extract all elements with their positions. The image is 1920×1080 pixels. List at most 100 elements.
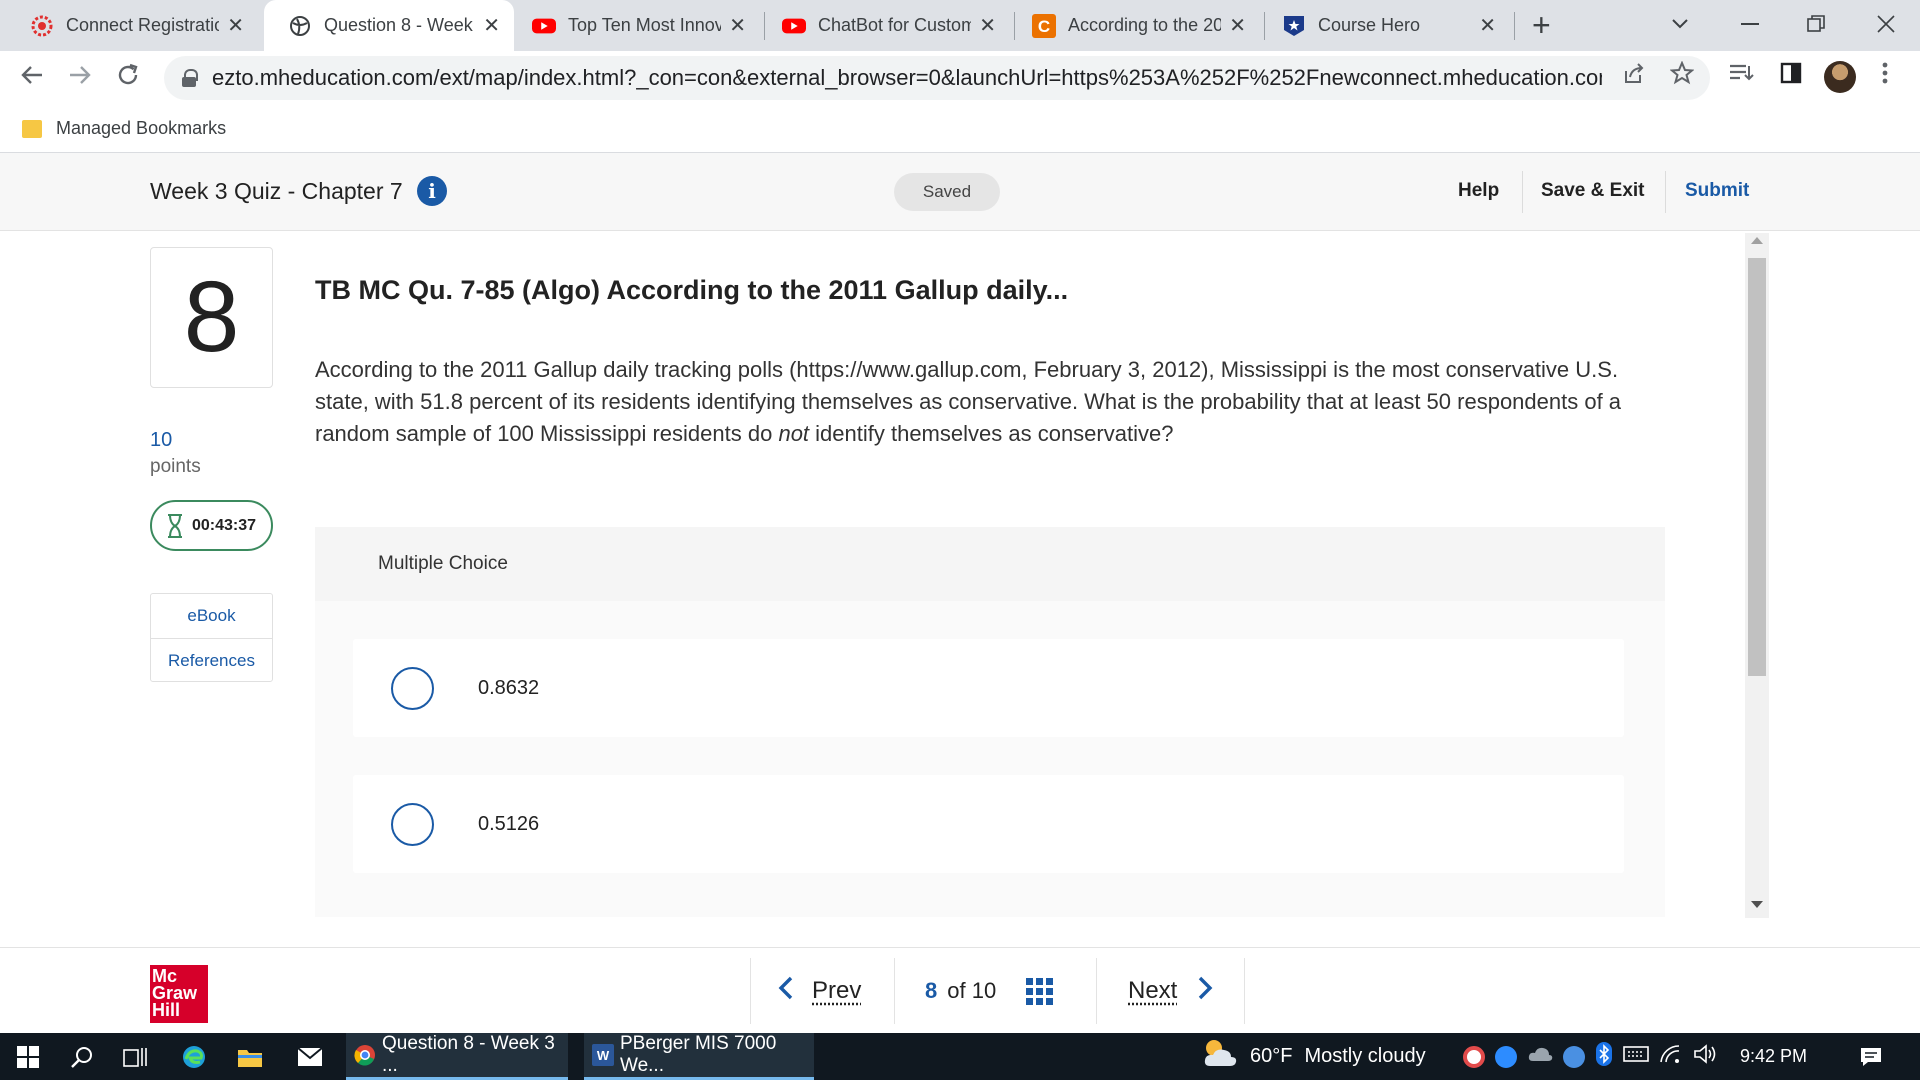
answer-options: 0.8632 0.5126 bbox=[315, 601, 1665, 917]
references-link[interactable]: References bbox=[151, 638, 272, 682]
mail-icon[interactable] bbox=[288, 1033, 332, 1080]
clock-time[interactable]: 9:42 PM bbox=[1740, 1046, 1807, 1067]
footer-divider bbox=[894, 958, 895, 1024]
restore-icon[interactable] bbox=[1786, 0, 1846, 48]
bookmark-star-icon[interactable] bbox=[1669, 60, 1695, 92]
word-icon: W bbox=[592, 1044, 614, 1066]
timer-badge: 00:43:37 bbox=[150, 500, 273, 551]
answer-option-2[interactable]: 0.5126 bbox=[353, 775, 1624, 873]
info-icon[interactable]: i bbox=[417, 176, 447, 206]
profile-avatar[interactable] bbox=[1824, 61, 1856, 93]
question-pager[interactable]: 8 of 10 bbox=[925, 948, 1054, 1034]
prev-button[interactable]: Prev bbox=[778, 948, 861, 1034]
current-question: 8 bbox=[925, 978, 938, 1003]
share-icon[interactable] bbox=[1622, 61, 1646, 92]
windows-start-icon[interactable] bbox=[8, 1033, 48, 1080]
chevron-left-icon bbox=[778, 974, 794, 1008]
footer-divider bbox=[1096, 958, 1097, 1024]
tray-app-icon[interactable] bbox=[1463, 1045, 1485, 1068]
minimize-icon[interactable] bbox=[1720, 0, 1780, 48]
system-tray: 9:42 PM bbox=[1458, 1033, 1807, 1080]
globe-icon bbox=[288, 14, 312, 38]
close-icon[interactable]: ✕ bbox=[227, 13, 244, 38]
close-window-icon[interactable] bbox=[1856, 0, 1916, 48]
bluetooth-icon[interactable] bbox=[1595, 1041, 1613, 1072]
browser-tab-connect[interactable]: Connect Registratio ✕ bbox=[6, 0, 258, 51]
connect-gear-icon bbox=[30, 14, 54, 38]
browser-tab-chatbot[interactable]: ChatBot for Custom ✕ bbox=[758, 0, 1010, 51]
tab-title: Top Ten Most Innov bbox=[568, 15, 722, 35]
timer-text: 00:43:37 bbox=[192, 516, 257, 534]
radio-button[interactable] bbox=[391, 666, 434, 710]
next-label[interactable]: Next bbox=[1128, 977, 1177, 1005]
svg-text:W: W bbox=[597, 1048, 610, 1063]
browser-tab-course-hero[interactable]: Course Hero ✕ bbox=[1258, 0, 1510, 51]
svg-text:C: C bbox=[1038, 17, 1050, 36]
side-panel-icon[interactable] bbox=[1780, 62, 1802, 91]
question-number: 8 bbox=[150, 247, 273, 388]
back-arrow-icon[interactable] bbox=[20, 63, 44, 93]
close-icon[interactable]: ✕ bbox=[1229, 13, 1246, 38]
weather-desc: Mostly cloudy bbox=[1304, 1045, 1426, 1067]
header-divider bbox=[1665, 171, 1666, 213]
browser-tab-strip: Connect Registratio ✕ Question 8 - Week … bbox=[0, 0, 1920, 51]
reading-list-icon[interactable] bbox=[1728, 62, 1754, 91]
tab-title: According to the 20 bbox=[1068, 15, 1222, 35]
notification-center-icon[interactable] bbox=[1848, 1033, 1894, 1080]
onedrive-cloud-icon[interactable] bbox=[1527, 1045, 1553, 1069]
close-icon[interactable]: ✕ bbox=[729, 13, 746, 38]
browser-tab-top-ten[interactable]: Top Ten Most Innov ✕ bbox=[508, 0, 760, 51]
scroll-up-arrow-icon[interactable] bbox=[1751, 237, 1763, 244]
close-icon[interactable]: ✕ bbox=[979, 13, 996, 38]
help-link[interactable]: Help bbox=[1458, 180, 1499, 202]
search-icon[interactable] bbox=[62, 1033, 102, 1080]
reload-icon[interactable] bbox=[116, 63, 140, 93]
new-tab-plus-icon[interactable]: + bbox=[1532, 8, 1551, 42]
next-button[interactable]: Next bbox=[1128, 948, 1213, 1034]
bookmark-folder-managed[interactable]: Managed Bookmarks bbox=[56, 118, 226, 139]
address-bar[interactable]: ezto.mheducation.com/ext/map/index.html?… bbox=[164, 56, 1710, 100]
mcgraw-hill-logo: Mc Graw Hill bbox=[150, 965, 208, 1023]
zoom-icon[interactable] bbox=[1495, 1045, 1517, 1068]
weather-widget[interactable]: 60°F Mostly cloudy bbox=[1200, 1033, 1426, 1080]
keyboard-icon[interactable] bbox=[1623, 1045, 1649, 1069]
browser-tab-question[interactable]: Question 8 - Week ✕ bbox=[264, 0, 514, 51]
question-grid-icon[interactable] bbox=[1026, 977, 1054, 1005]
browser-toolbar: ezto.mheducation.com/ext/map/index.html?… bbox=[0, 51, 1920, 105]
forward-arrow-icon[interactable] bbox=[68, 63, 92, 93]
course-hero-icon bbox=[1282, 14, 1306, 38]
footer-divider bbox=[1244, 958, 1245, 1024]
scrollbar-thumb[interactable] bbox=[1748, 258, 1766, 676]
lock-icon[interactable] bbox=[182, 69, 198, 87]
close-icon[interactable]: ✕ bbox=[483, 13, 500, 38]
tab-search-chevron-down-icon[interactable] bbox=[1650, 0, 1710, 48]
save-exit-link[interactable]: Save & Exit bbox=[1541, 180, 1645, 202]
scroll-down-arrow-icon[interactable] bbox=[1751, 901, 1763, 908]
browser-tab-chegg[interactable]: C According to the 20 ✕ bbox=[1008, 0, 1260, 51]
edge-browser-icon[interactable] bbox=[172, 1033, 216, 1080]
taskbar-app-word[interactable]: W PBerger MIS 7000 We... bbox=[584, 1033, 814, 1080]
prev-label[interactable]: Prev bbox=[812, 977, 861, 1005]
radio-button[interactable] bbox=[391, 802, 434, 846]
taskbar-app-chrome[interactable]: Question 8 - Week 3 ... bbox=[346, 1033, 568, 1080]
question-text: According to the 2011 Gallup daily track… bbox=[315, 354, 1665, 450]
chegg-icon: C bbox=[1032, 13, 1056, 38]
file-explorer-icon[interactable] bbox=[228, 1033, 272, 1080]
meet-now-icon[interactable] bbox=[1563, 1045, 1585, 1068]
wifi-icon[interactable] bbox=[1659, 1044, 1683, 1070]
taskbar-app-label: Question 8 - Week 3 ... bbox=[382, 1033, 555, 1076]
answer-option-1[interactable]: 0.8632 bbox=[353, 639, 1624, 737]
content-scrollbar[interactable] bbox=[1745, 233, 1769, 918]
kebab-menu-icon[interactable] bbox=[1882, 62, 1888, 91]
ebook-link[interactable]: eBook bbox=[151, 594, 272, 638]
question-text-emphasis: not bbox=[778, 421, 810, 446]
volume-icon[interactable] bbox=[1693, 1043, 1717, 1070]
youtube-icon bbox=[532, 14, 556, 38]
url-text[interactable]: ezto.mheducation.com/ext/map/index.html?… bbox=[212, 65, 1602, 91]
close-icon[interactable]: ✕ bbox=[1479, 13, 1496, 38]
question-title: TB MC Qu. 7-85 (Algo) According to the 2… bbox=[315, 275, 1069, 305]
task-view-icon[interactable] bbox=[116, 1033, 156, 1080]
footer-divider bbox=[750, 958, 751, 1024]
quiz-footer: Mc Graw Hill Prev 8 of 10 Next bbox=[0, 947, 1920, 1033]
submit-button[interactable]: Submit bbox=[1685, 180, 1749, 202]
